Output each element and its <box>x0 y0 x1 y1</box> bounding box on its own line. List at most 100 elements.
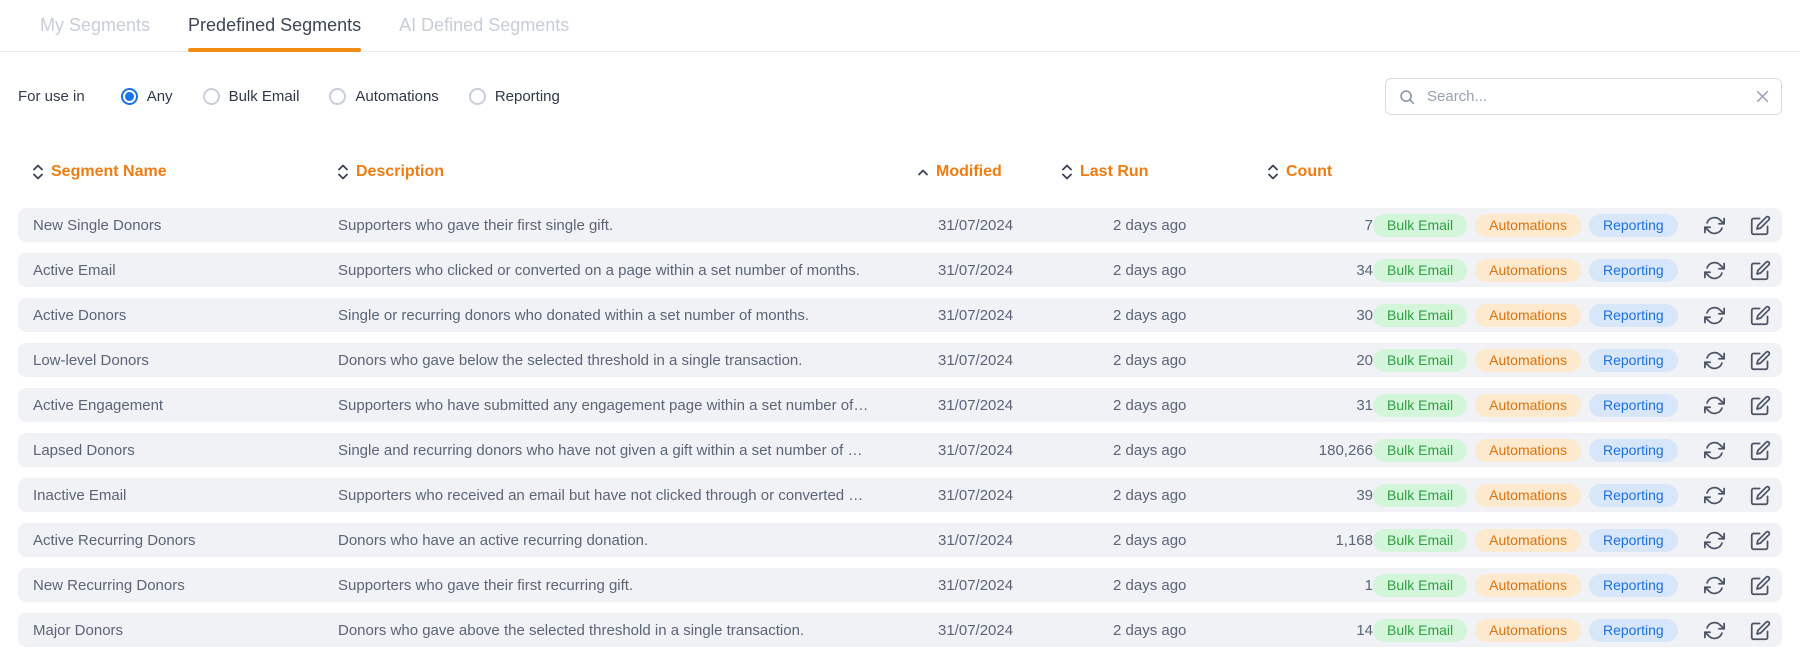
refresh-icon[interactable] <box>1704 395 1725 416</box>
sort-icon[interactable] <box>1268 164 1278 180</box>
tag-bulk-email[interactable]: Bulk Email <box>1373 439 1467 462</box>
tag-bulk-email[interactable]: Bulk Email <box>1373 349 1467 372</box>
refresh-icon[interactable] <box>1704 350 1725 371</box>
tag-reporting[interactable]: Reporting <box>1589 349 1678 372</box>
edit-icon[interactable] <box>1750 530 1771 551</box>
tag-bulk-email[interactable]: Bulk Email <box>1373 214 1467 237</box>
tag-list: Bulk Email Automations Reporting <box>1373 574 1678 597</box>
radio-automations[interactable]: Automations <box>329 88 438 105</box>
chevron-up-icon <box>33 164 43 171</box>
radio-icon[interactable] <box>203 88 220 105</box>
refresh-icon[interactable] <box>1704 440 1725 461</box>
tab-ai-defined-segments[interactable]: AI Defined Segments <box>399 0 569 51</box>
refresh-icon[interactable] <box>1704 305 1725 326</box>
tag-automations[interactable]: Automations <box>1475 529 1581 552</box>
edit-icon[interactable] <box>1750 485 1771 506</box>
sort-icon[interactable] <box>338 164 348 180</box>
tag-automations[interactable]: Automations <box>1475 259 1581 282</box>
segment-count: 14 <box>1268 622 1373 639</box>
tag-bulk-email[interactable]: Bulk Email <box>1373 304 1467 327</box>
search-box[interactable] <box>1385 78 1782 115</box>
refresh-icon[interactable] <box>1704 485 1725 506</box>
tag-bulk-email[interactable]: Bulk Email <box>1373 529 1467 552</box>
edit-icon[interactable] <box>1750 305 1771 326</box>
tag-bulk-email[interactable]: Bulk Email <box>1373 619 1467 642</box>
modified-date: 31/07/2024 <box>918 442 1062 459</box>
search-input[interactable] <box>1425 87 1747 106</box>
radio-bulk-email[interactable]: Bulk Email <box>203 88 300 105</box>
segments-table: New Single Donors Supporters who gave th… <box>18 208 1782 647</box>
radio-icon[interactable] <box>469 88 486 105</box>
refresh-icon[interactable] <box>1704 620 1725 641</box>
tag-bulk-email[interactable]: Bulk Email <box>1373 259 1467 282</box>
tag-bulk-email[interactable]: Bulk Email <box>1373 574 1467 597</box>
tag-reporting[interactable]: Reporting <box>1589 574 1678 597</box>
table-row[interactable]: Active Donors Single or recurring donors… <box>18 298 1782 332</box>
tag-automations[interactable]: Automations <box>1475 304 1581 327</box>
tag-reporting[interactable]: Reporting <box>1589 484 1678 507</box>
tag-automations[interactable]: Automations <box>1475 394 1581 417</box>
edit-icon[interactable] <box>1750 350 1771 371</box>
tag-list: Bulk Email Automations Reporting <box>1373 349 1678 372</box>
tag-automations[interactable]: Automations <box>1475 214 1581 237</box>
tag-reporting[interactable]: Reporting <box>1589 304 1678 327</box>
tab-my-segments[interactable]: My Segments <box>40 0 150 51</box>
modified-date: 31/07/2024 <box>918 307 1062 324</box>
radio-reporting[interactable]: Reporting <box>469 88 560 105</box>
tag-reporting[interactable]: Reporting <box>1589 214 1678 237</box>
column-header-last-run: Last Run <box>1062 163 1268 181</box>
tag-reporting[interactable]: Reporting <box>1589 529 1678 552</box>
tag-automations[interactable]: Automations <box>1475 619 1581 642</box>
table-row[interactable]: Lapsed Donors Single and recurring donor… <box>18 433 1782 467</box>
segment-description: Donors who gave below the selected thres… <box>338 352 918 369</box>
radio-any[interactable]: Any <box>121 88 173 105</box>
tag-reporting[interactable]: Reporting <box>1589 259 1678 282</box>
tag-reporting[interactable]: Reporting <box>1589 439 1678 462</box>
radio-icon[interactable] <box>121 88 138 105</box>
tab-predefined-segments[interactable]: Predefined Segments <box>188 0 361 51</box>
tag-automations[interactable]: Automations <box>1475 439 1581 462</box>
table-row[interactable]: Major Donors Donors who gave above the s… <box>18 613 1782 647</box>
chevron-down-icon <box>1268 173 1278 180</box>
table-row[interactable]: Low-level Donors Donors who gave below t… <box>18 343 1782 377</box>
table-row[interactable]: New Single Donors Supporters who gave th… <box>18 208 1782 242</box>
segment-name: New Single Donors <box>33 217 338 234</box>
tag-automations[interactable]: Automations <box>1475 574 1581 597</box>
segment-count: 31 <box>1268 397 1373 414</box>
edit-icon[interactable] <box>1750 395 1771 416</box>
edit-icon[interactable] <box>1750 620 1771 641</box>
refresh-icon[interactable] <box>1704 530 1725 551</box>
segment-description: Supporters who received an email but hav… <box>338 487 918 504</box>
table-row[interactable]: Active Email Supporters who clicked or c… <box>18 253 1782 287</box>
refresh-icon[interactable] <box>1704 215 1725 236</box>
clear-search-icon[interactable] <box>1756 90 1769 103</box>
segment-description: Supporters who gave their first recurrin… <box>338 577 918 594</box>
tag-list: Bulk Email Automations Reporting <box>1373 304 1678 327</box>
tag-automations[interactable]: Automations <box>1475 484 1581 507</box>
table-row[interactable]: Inactive Email Supporters who received a… <box>18 478 1782 512</box>
sort-icon[interactable] <box>918 169 928 176</box>
edit-icon[interactable] <box>1750 440 1771 461</box>
segment-name: Major Donors <box>33 622 338 639</box>
refresh-icon[interactable] <box>1704 575 1725 596</box>
segment-count: 1 <box>1268 577 1373 594</box>
segment-description: Supporters who clicked or converted on a… <box>338 262 918 279</box>
tag-list: Bulk Email Automations Reporting <box>1373 394 1678 417</box>
modified-date: 31/07/2024 <box>918 622 1062 639</box>
tag-reporting[interactable]: Reporting <box>1589 619 1678 642</box>
sort-icon[interactable] <box>1062 164 1072 180</box>
refresh-icon[interactable] <box>1704 260 1725 281</box>
tag-reporting[interactable]: Reporting <box>1589 394 1678 417</box>
sort-icon[interactable] <box>33 164 43 180</box>
edit-icon[interactable] <box>1750 215 1771 236</box>
edit-icon[interactable] <box>1750 260 1771 281</box>
table-row[interactable]: Active Engagement Supporters who have su… <box>18 388 1782 422</box>
tag-bulk-email[interactable]: Bulk Email <box>1373 394 1467 417</box>
table-row[interactable]: New Recurring Donors Supporters who gave… <box>18 568 1782 602</box>
edit-icon[interactable] <box>1750 575 1771 596</box>
tag-bulk-email[interactable]: Bulk Email <box>1373 484 1467 507</box>
tag-automations[interactable]: Automations <box>1475 349 1581 372</box>
radio-icon[interactable] <box>329 88 346 105</box>
filter-controls: For use in Any Bulk Email Automations Re… <box>18 78 1782 115</box>
table-row[interactable]: Active Recurring Donors Donors who have … <box>18 523 1782 557</box>
